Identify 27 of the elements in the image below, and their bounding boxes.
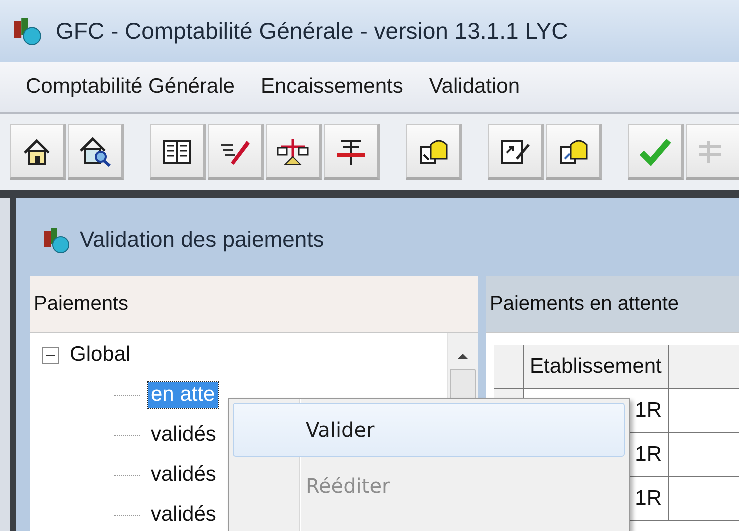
menu-item[interactable]: Encaissements [260, 75, 404, 99]
toolbar-button[interactable] [208, 124, 264, 180]
menu-item[interactable]: Comptabilité Générale [26, 75, 235, 99]
panel-header: Paiements [30, 276, 478, 333]
toolbar-button[interactable] [150, 124, 206, 180]
toolbar-button[interactable] [488, 124, 544, 180]
toolbar-button[interactable] [546, 124, 602, 180]
app-logo-icon [12, 15, 44, 47]
toolbar-button[interactable] [406, 124, 462, 180]
toolbar-button[interactable] [10, 124, 66, 180]
window-title: GFC - Comptabilité Générale - version 13.1.1 LYC [56, 18, 568, 44]
column-header[interactable]: Etablissement [524, 345, 669, 389]
context-menu-item[interactable]: Valider [233, 403, 625, 457]
scroll-up-icon[interactable] [456, 351, 470, 361]
app-logo-icon [42, 225, 72, 255]
toolbar-button[interactable] [68, 124, 124, 180]
tree-item[interactable]: validés [148, 462, 220, 488]
child-window-title: Validation des paiements [80, 227, 324, 253]
menu-item[interactable]: Validation [429, 75, 520, 99]
panel-header: Paiements en attente [486, 276, 739, 333]
column-header [669, 345, 739, 389]
collapse-icon[interactable] [42, 346, 59, 364]
tree-item[interactable]: Global [67, 342, 134, 368]
tree-item[interactable]: validés [148, 422, 220, 448]
toolbar-button[interactable] [266, 124, 322, 180]
toolbar-button[interactable] [324, 124, 380, 180]
tree-item[interactable]: validés [148, 502, 220, 528]
